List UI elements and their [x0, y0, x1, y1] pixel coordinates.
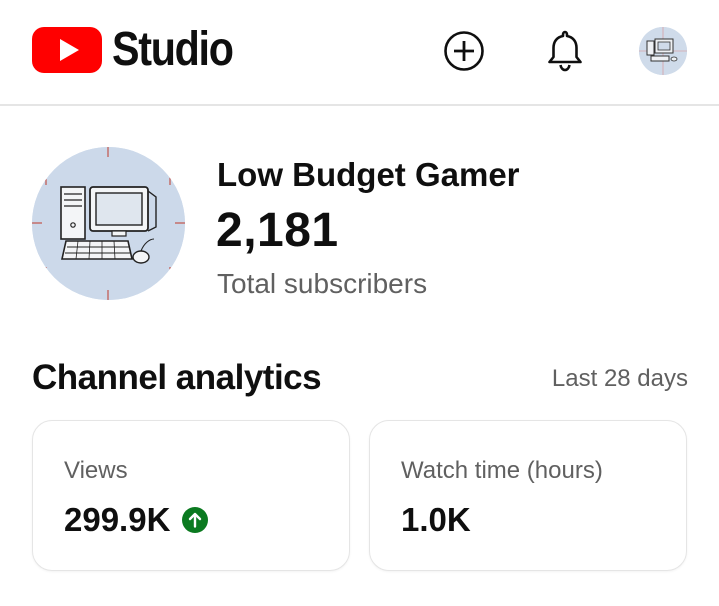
views-value-row: 299.9K: [64, 501, 209, 539]
channel-avatar[interactable]: [32, 147, 185, 300]
retro-computer-drawing-icon: [32, 147, 185, 300]
watch-time-card[interactable]: Watch time (hours) 1.0K: [369, 420, 687, 571]
studio-app: Studio Low Budget Gamer 2,181 Total subs…: [0, 0, 719, 606]
views-label: Views: [64, 457, 128, 484]
studio-logo[interactable]: Studio: [32, 22, 252, 78]
bell-icon: [548, 30, 582, 72]
account-avatar-image-icon: [639, 27, 687, 75]
views-value: 299.9K: [64, 501, 171, 538]
plus-circle-icon: [444, 31, 484, 71]
views-card[interactable]: Views 299.9K: [32, 420, 350, 571]
subscriber-count: 2,181: [216, 204, 339, 257]
subscriber-label: Total subscribers: [217, 268, 428, 299]
watch-time-value: 1.0K: [401, 501, 471, 538]
watch-time-value-row: 1.0K: [401, 501, 471, 539]
top-app-bar: Studio: [0, 0, 719, 106]
youtube-play-logo-icon: [32, 27, 102, 73]
watch-time-label: Watch time (hours): [401, 457, 603, 484]
analytics-period: Last 28 days: [551, 365, 688, 392]
channel-name: Low Budget Gamer: [217, 156, 520, 193]
account-avatar[interactable]: [639, 27, 687, 75]
create-button[interactable]: [439, 26, 489, 76]
notifications-button[interactable]: [540, 26, 590, 76]
app-name: Studio: [112, 23, 234, 76]
analytics-section-title: Channel analytics: [32, 358, 322, 397]
trend-up-arrow-icon: [182, 507, 209, 533]
